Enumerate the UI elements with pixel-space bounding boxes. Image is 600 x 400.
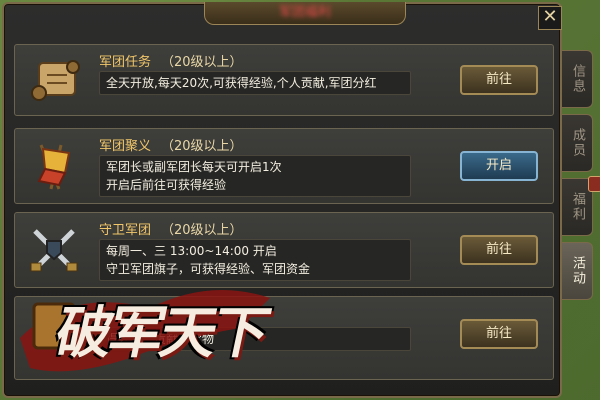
scroll-handle[interactable] (588, 176, 600, 192)
card-description: 军团长或副军团长每天可开启1次 开启后前往可获得经验 (99, 155, 411, 197)
goto-button[interactable]: 前往 (460, 319, 538, 349)
panel-title-bar: 军团福利 (204, 2, 406, 25)
banner-icon (25, 139, 85, 195)
close-button[interactable]: ✕ (538, 6, 562, 30)
goto-button[interactable]: 前往 (460, 235, 538, 265)
logo-text: 破军天下 (50, 300, 273, 366)
activity-card-guild-task: 军团任务 （20级以上） 全天开放,每天20次,可获得经验,个人贡献,军团分红 前… (14, 44, 554, 116)
card-title: 守卫军团 （20级以上） (99, 223, 243, 238)
goto-button[interactable]: 前往 (460, 65, 538, 95)
card-title: 军团任务 （20级以上） (99, 55, 243, 70)
tab-activity[interactable]: 活动 (562, 242, 593, 300)
tab-info[interactable]: 信息 (562, 50, 593, 108)
tab-members[interactable]: 成员 (562, 114, 593, 172)
game-logo: 破军天下 (10, 268, 300, 396)
card-description: 全天开放,每天20次,可获得经验,个人贡献,军团分红 (99, 71, 411, 95)
panel-title: 军团福利 (278, 5, 331, 20)
scroll-icon (25, 55, 85, 111)
card-title: 军团聚义 （20级以上） (99, 139, 243, 154)
activity-card-guild-gathering: 军团聚义 （20级以上） 军团长或副军团长每天可开启1次 开启后前往可获得经验 开… (14, 128, 554, 204)
open-button[interactable]: 开启 (460, 151, 538, 181)
